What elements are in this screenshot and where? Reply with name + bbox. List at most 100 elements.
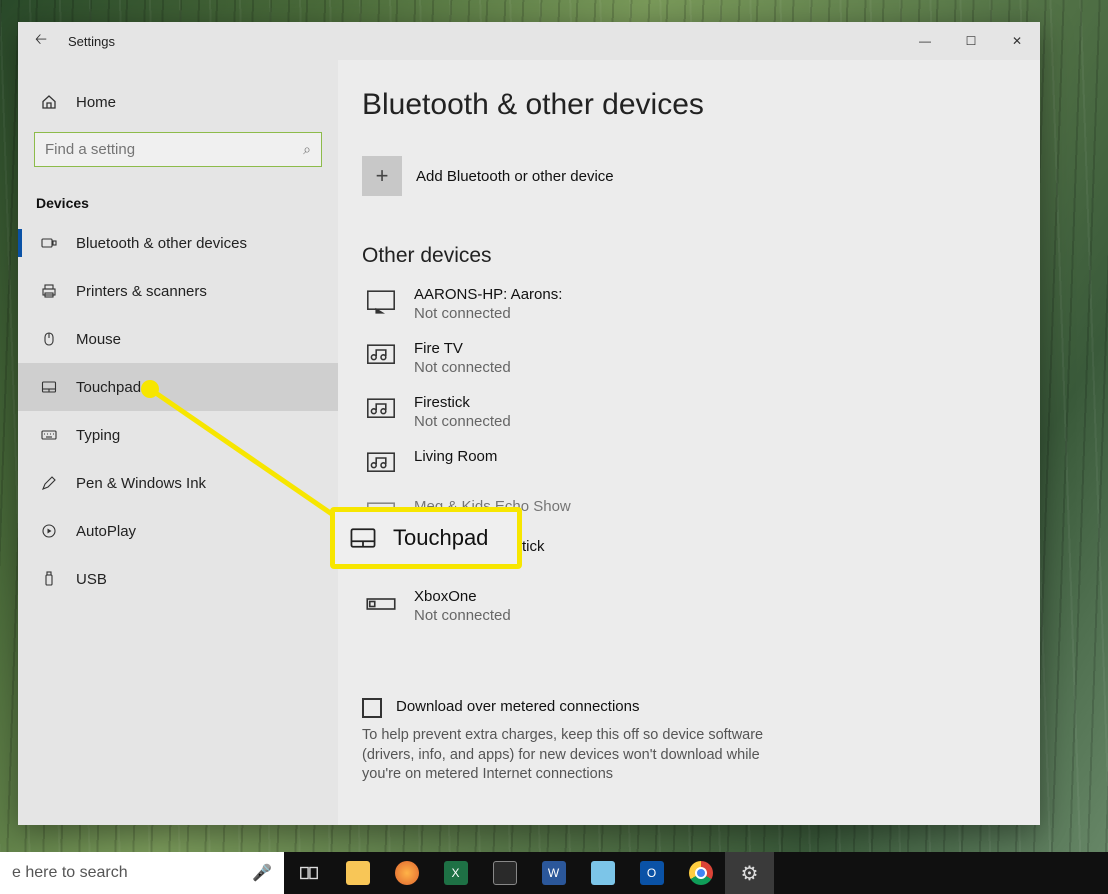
search-container: ⌕	[18, 126, 338, 167]
excel-icon: X	[444, 861, 468, 885]
device-media-icon	[362, 448, 400, 480]
metered-checkbox-label: Download over metered connections	[396, 698, 639, 715]
sidebar-item-label: Typing	[76, 427, 120, 444]
taskbar-search-text: e here to search	[12, 864, 252, 882]
sidebar-item-typing[interactable]: Typing	[18, 411, 338, 459]
close-icon: ✕	[1012, 34, 1022, 48]
device-status: Not connected	[414, 359, 511, 376]
outlook-icon: O	[640, 861, 664, 885]
device-name: Fire TV	[414, 340, 511, 357]
taskbar-chrome[interactable]	[676, 852, 725, 894]
taskbar-file-explorer[interactable]	[333, 852, 382, 894]
gear-icon: ⚙	[741, 861, 759, 886]
device-row[interactable]: XboxOne Not connected	[362, 588, 1040, 624]
sidebar-item-label: Printers & scanners	[76, 283, 207, 300]
sidebar-item-printers[interactable]: Printers & scanners	[18, 267, 338, 315]
device-name: Firestick	[414, 394, 511, 411]
sidebar-item-label: Mouse	[76, 331, 121, 348]
home-icon	[40, 93, 58, 111]
sidebar-item-label: Touchpad	[76, 379, 141, 396]
snagit-icon	[493, 861, 517, 885]
search-box[interactable]: ⌕	[34, 132, 322, 167]
touchpad-icon	[40, 378, 58, 396]
file-explorer-icon	[346, 861, 370, 885]
sidebar-home-label: Home	[76, 94, 116, 111]
sidebar-item-label: AutoPlay	[76, 523, 136, 540]
device-status: Not connected	[414, 305, 562, 322]
sidebar-section-label: Devices	[18, 167, 338, 219]
window-title: Settings	[64, 34, 115, 49]
sidebar: Home ⌕ Devices Bluetooth & other devices	[18, 60, 338, 825]
printer-icon	[40, 282, 58, 300]
sidebar-item-pen[interactable]: Pen & Windows Ink	[18, 459, 338, 507]
taskbar-excel[interactable]: X	[431, 852, 480, 894]
keyboard-icon	[40, 426, 58, 444]
sidebar-item-bluetooth[interactable]: Bluetooth & other devices	[18, 219, 338, 267]
add-device-button[interactable]: + Add Bluetooth or other device	[362, 156, 1040, 196]
taskbar-task-view[interactable]	[284, 852, 333, 894]
maximize-button[interactable]: ☐	[948, 22, 994, 60]
taskbar-settings[interactable]: ⚙	[725, 852, 774, 894]
taskbar-notes[interactable]	[578, 852, 627, 894]
sidebar-item-label: Pen & Windows Ink	[76, 475, 206, 492]
chrome-icon	[689, 861, 713, 885]
settings-window: 🡠 Settings ― ☐ ✕ Home ⌕ Devices	[18, 22, 1040, 825]
device-cast-icon	[362, 286, 400, 318]
sidebar-home[interactable]: Home	[18, 78, 338, 126]
sidebar-item-label: Bluetooth & other devices	[76, 235, 247, 252]
device-name: XboxOne	[414, 588, 511, 605]
sidebar-item-autoplay[interactable]: AutoPlay	[18, 507, 338, 555]
minimize-button[interactable]: ―	[902, 22, 948, 60]
annotation-label: Touchpad	[393, 525, 488, 551]
metered-help-text: To help prevent extra charges, keep this…	[362, 726, 782, 785]
bluetooth-icon	[40, 234, 58, 252]
taskbar-search[interactable]: e here to search 🎤	[0, 852, 284, 894]
add-device-label: Add Bluetooth or other device	[416, 168, 614, 185]
plus-icon: +	[362, 156, 402, 196]
annotation-callout: Touchpad	[330, 507, 522, 569]
back-arrow-icon: 🡠	[35, 29, 47, 54]
autoplay-icon	[40, 522, 58, 540]
close-button[interactable]: ✕	[994, 22, 1040, 60]
device-status: Not connected	[414, 413, 511, 430]
back-button[interactable]: 🡠	[18, 29, 64, 54]
device-name: Living Room	[414, 448, 497, 465]
touchpad-icon	[349, 527, 377, 549]
page-title: Bluetooth & other devices	[362, 88, 1040, 122]
search-input[interactable]	[45, 141, 303, 158]
annotation-dot	[141, 380, 159, 398]
sidebar-item-mouse[interactable]: Mouse	[18, 315, 338, 363]
titlebar: 🡠 Settings ― ☐ ✕	[18, 22, 1040, 60]
taskbar-snagit[interactable]	[480, 852, 529, 894]
device-row[interactable]: Living Room	[362, 448, 1040, 480]
content-area: Home ⌕ Devices Bluetooth & other devices	[18, 60, 1040, 825]
sidebar-item-touchpad[interactable]: Touchpad	[18, 363, 338, 411]
word-icon: W	[542, 861, 566, 885]
taskbar-firefox[interactable]	[382, 852, 431, 894]
microphone-icon[interactable]: 🎤	[252, 863, 272, 883]
sidebar-item-label: USB	[76, 571, 107, 588]
mouse-icon	[40, 330, 58, 348]
firefox-icon	[395, 861, 419, 885]
device-row[interactable]: AARONS-HP: Aarons: Not connected	[362, 286, 1040, 322]
device-console-icon	[362, 588, 400, 620]
device-row[interactable]: Fire TV Not connected	[362, 340, 1040, 376]
taskbar-word[interactable]: W	[529, 852, 578, 894]
sidebar-item-usb[interactable]: USB	[18, 555, 338, 603]
device-status: Not connected	[414, 607, 511, 624]
maximize-icon: ☐	[966, 34, 977, 48]
pen-icon	[40, 474, 58, 492]
taskbar: e here to search 🎤 X W O ⚙	[0, 852, 1108, 894]
device-media-icon	[362, 394, 400, 426]
usb-icon	[40, 570, 58, 588]
notes-icon	[591, 861, 615, 885]
metered-checkbox[interactable]	[362, 698, 382, 718]
other-devices-header: Other devices	[362, 244, 1040, 268]
main-panel: Bluetooth & other devices + Add Bluetoot…	[338, 60, 1040, 825]
device-name: AARONS-HP: Aarons:	[414, 286, 562, 303]
device-row[interactable]: Firestick Not connected	[362, 394, 1040, 430]
minimize-icon: ―	[919, 34, 931, 48]
taskbar-outlook[interactable]: O	[627, 852, 676, 894]
metered-section: Download over metered connections	[362, 698, 1040, 718]
device-media-icon	[362, 340, 400, 372]
